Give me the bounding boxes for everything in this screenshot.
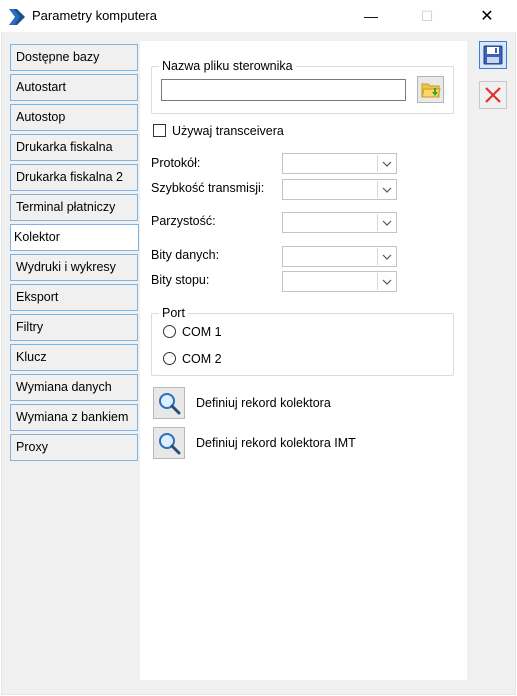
stopbits-select[interactable] [282,271,397,292]
com1-radio[interactable] [163,325,176,338]
sidebar-item-label: Drukarka fiskalna [16,140,113,154]
parity-select[interactable] [282,212,397,233]
folder-open-icon [420,83,441,97]
sidebar-item-drukarka-fiskalna[interactable]: Drukarka fiskalna [10,134,138,161]
save-button[interactable] [479,41,507,69]
define-record-imt-label[interactable]: Definiuj rekord kolektora IMT [196,436,356,450]
cancel-button[interactable] [479,81,507,109]
parity-label: Parzystość: [151,214,216,228]
port-group [151,313,454,376]
sidebar-item-label: Drukarka fiskalna 2 [16,170,123,184]
com2-label: COM 2 [182,352,222,366]
chevron-down-icon[interactable] [377,155,395,172]
maximize-button[interactable]: ☐ [404,0,450,32]
chevron-down-icon[interactable] [377,248,395,265]
define-record-label[interactable]: Definiuj rekord kolektora [196,396,331,410]
sidebar-item-kolektor[interactable]: Kolektor [10,224,139,251]
sidebar-item-label: Autostart [16,80,67,94]
minimize-button[interactable]: — [348,0,394,32]
sidebar-item-label: Klucz [16,350,47,364]
stopbits-label: Bity stopu: [151,273,210,287]
close-button[interactable]: ✕ [464,0,510,32]
sidebar-item-label: Eksport [16,290,59,304]
sidebar-item-autostart[interactable]: Autostart [10,74,138,101]
sidebar-item-wymiana-z-bankiem[interactable]: Wymiana z bankiem [10,404,138,431]
sidebar-item-label: Wydruki i wykresy [16,260,116,274]
magnifier-icon [159,433,181,455]
title-bar: Parametry komputera — ☐ ✕ [0,0,517,32]
floppy-disk-icon [483,45,503,65]
sidebar-item-label: Autostop [16,110,66,124]
window-title: Parametry komputera [32,8,157,23]
sidebar-item-terminal-platniczy[interactable]: Terminal płatniczy [10,194,138,221]
port-group-title: Port [159,306,188,320]
com2-radio[interactable] [163,352,176,365]
sidebar-item-autostop[interactable]: Autostop [10,104,138,131]
sidebar-item-label: Wymiana danych [16,380,112,394]
sidebar-item-label: Kolektor [14,230,60,244]
sidebar-item-klucz[interactable]: Klucz [10,344,138,371]
speed-label: Szybkość transmisji: [151,181,265,195]
sidebar-item-label: Terminal płatniczy [16,200,116,214]
chevron-down-icon[interactable] [377,214,395,231]
define-record-imt-button[interactable] [153,427,185,459]
com1-label: COM 1 [182,325,222,339]
protocol-select[interactable] [282,153,397,174]
browse-folder-button[interactable] [417,76,444,103]
sidebar-item-label: Proxy [16,440,48,454]
sidebar-item-label: Wymiana z bankiem [16,410,129,424]
app-logo-icon [9,9,25,25]
chevron-down-icon[interactable] [377,273,395,290]
sidebar-item-proxy[interactable]: Proxy [10,434,138,461]
sidebar-item-filtry[interactable]: Filtry [10,314,138,341]
red-x-icon [485,87,501,103]
chevron-down-icon[interactable] [377,181,395,198]
sidebar-item-wydruki-i-wykresy[interactable]: Wydruki i wykresy [10,254,138,281]
driver-file-group-title: Nazwa pliku sterownika [159,59,296,73]
sidebar-item-label: Dostępne bazy [16,50,100,64]
sidebar-item-eksport[interactable]: Eksport [10,284,138,311]
sidebar-item-wymiana-danych[interactable]: Wymiana danych [10,374,138,401]
speed-select[interactable] [282,179,397,200]
databits-select[interactable] [282,246,397,267]
sidebar-item-drukarka-fiskalna-2[interactable]: Drukarka fiskalna 2 [10,164,138,191]
protocol-label: Protokół: [151,156,201,170]
magnifier-icon [159,393,181,415]
driver-file-input[interactable] [161,79,406,101]
databits-label: Bity danych: [151,248,220,262]
define-record-button[interactable] [153,387,185,419]
sidebar-item-label: Filtry [16,320,44,334]
transceiver-checkbox[interactable] [153,124,166,137]
sidebar-item-dostepne-bazy[interactable]: Dostępne bazy [10,44,138,71]
transceiver-label: Używaj transceivera [172,124,284,138]
